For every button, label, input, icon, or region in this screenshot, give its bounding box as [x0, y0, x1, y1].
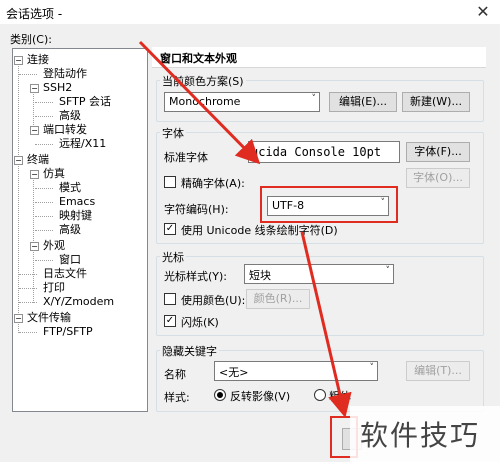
annotation-arrow	[300, 231, 352, 418]
annotation-arrow	[138, 40, 261, 165]
watermark-text: 软件技巧	[360, 419, 481, 452]
annotation-arrows	[138, 40, 352, 418]
watermark: 软件技巧	[350, 406, 500, 462]
